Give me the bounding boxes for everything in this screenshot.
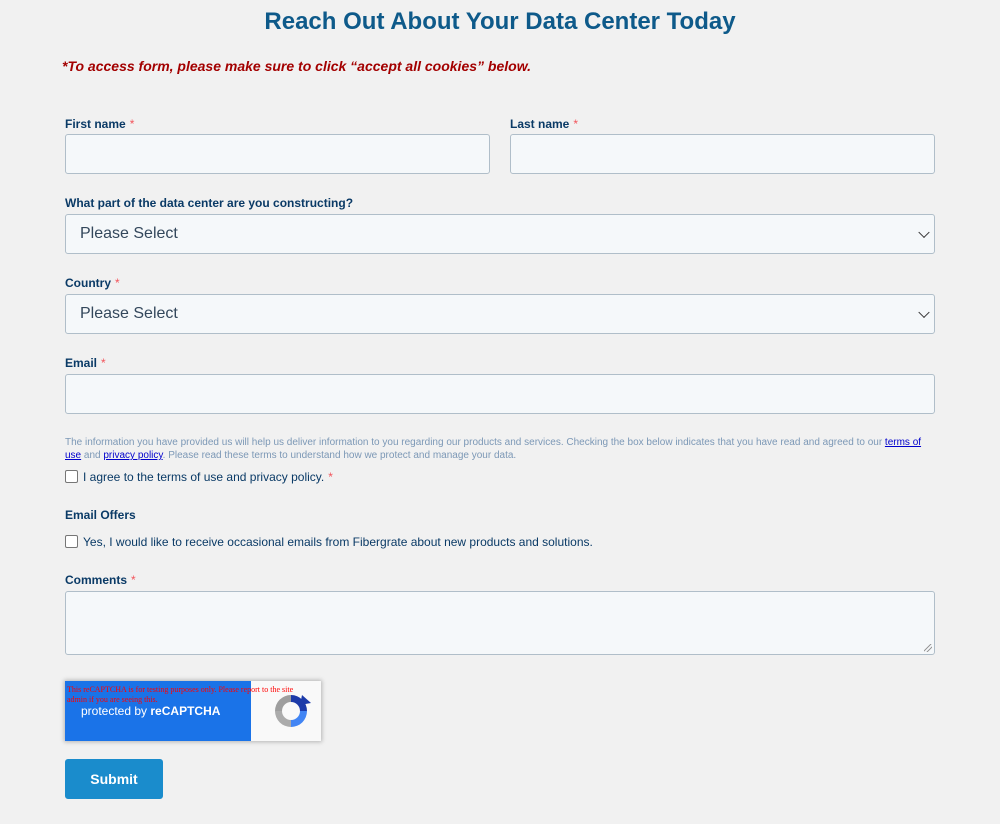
- privacy-policy-link[interactable]: privacy policy: [103, 450, 162, 461]
- page-title: Reach Out About Your Data Center Today: [264, 8, 736, 35]
- required-marker: *: [115, 276, 120, 290]
- submit-button[interactable]: Submit: [65, 759, 163, 799]
- email-input[interactable]: [65, 374, 935, 414]
- agree-terms-label-text: I agree to the terms of use and privacy …: [83, 470, 325, 484]
- comments-label-text: Comments: [65, 573, 128, 587]
- last-name-label-text: Last name: [510, 117, 570, 131]
- first-name-label-text: First name: [65, 117, 126, 131]
- country-label-text: Country: [65, 276, 111, 290]
- last-name-label: Last name *: [510, 117, 578, 131]
- required-marker: *: [101, 356, 106, 370]
- data-center-part-select[interactable]: Please Select: [65, 214, 935, 254]
- first-name-label: First name *: [65, 117, 134, 131]
- comments-label: Comments *: [65, 573, 136, 587]
- first-name-input[interactable]: [65, 134, 490, 174]
- recaptcha-badge[interactable]: This reCAPTCHA is for testing purposes o…: [65, 681, 321, 741]
- required-marker: *: [131, 573, 136, 587]
- data-center-part-label: What part of the data center are you con…: [65, 196, 354, 210]
- email-offers-label[interactable]: Yes, I would like to receive occasional …: [83, 535, 593, 549]
- email-offers-heading: Email Offers: [65, 508, 136, 522]
- country-selected: Please Select: [80, 305, 178, 322]
- legal-notice: The information you have provided us wil…: [65, 436, 935, 462]
- recaptcha-protected-by: protected by: [81, 704, 148, 718]
- required-marker: *: [129, 117, 135, 131]
- resize-handle-icon[interactable]: [924, 644, 932, 652]
- email-label-text: Email: [65, 356, 98, 370]
- recaptcha-protected-text: protected by reCAPTCHA: [81, 704, 220, 718]
- chevron-down-icon: [918, 226, 930, 239]
- cookie-notice: *To access form, please make sure to cli…: [62, 58, 531, 74]
- country-select[interactable]: Please Select: [65, 294, 935, 334]
- email-label: Email *: [65, 356, 106, 370]
- required-marker: *: [328, 470, 333, 484]
- last-name-input[interactable]: [510, 134, 935, 174]
- chevron-down-icon: [918, 306, 930, 319]
- recaptcha-logo-icon: [275, 695, 311, 727]
- comments-textarea[interactable]: [65, 591, 935, 655]
- agree-terms-label[interactable]: I agree to the terms of use and privacy …: [83, 470, 333, 484]
- data-center-part-selected: Please Select: [80, 225, 178, 242]
- legal-text-2: . Please read these terms to understand …: [162, 450, 517, 461]
- required-marker: *: [573, 117, 579, 131]
- recaptcha-brand: reCAPTCHA: [150, 704, 221, 718]
- country-label: Country *: [65, 276, 120, 290]
- legal-and: and: [81, 450, 104, 461]
- email-offers-checkbox[interactable]: [65, 535, 78, 548]
- legal-text-1: The information you have provided us wil…: [65, 437, 885, 448]
- agree-terms-checkbox[interactable]: [65, 470, 78, 483]
